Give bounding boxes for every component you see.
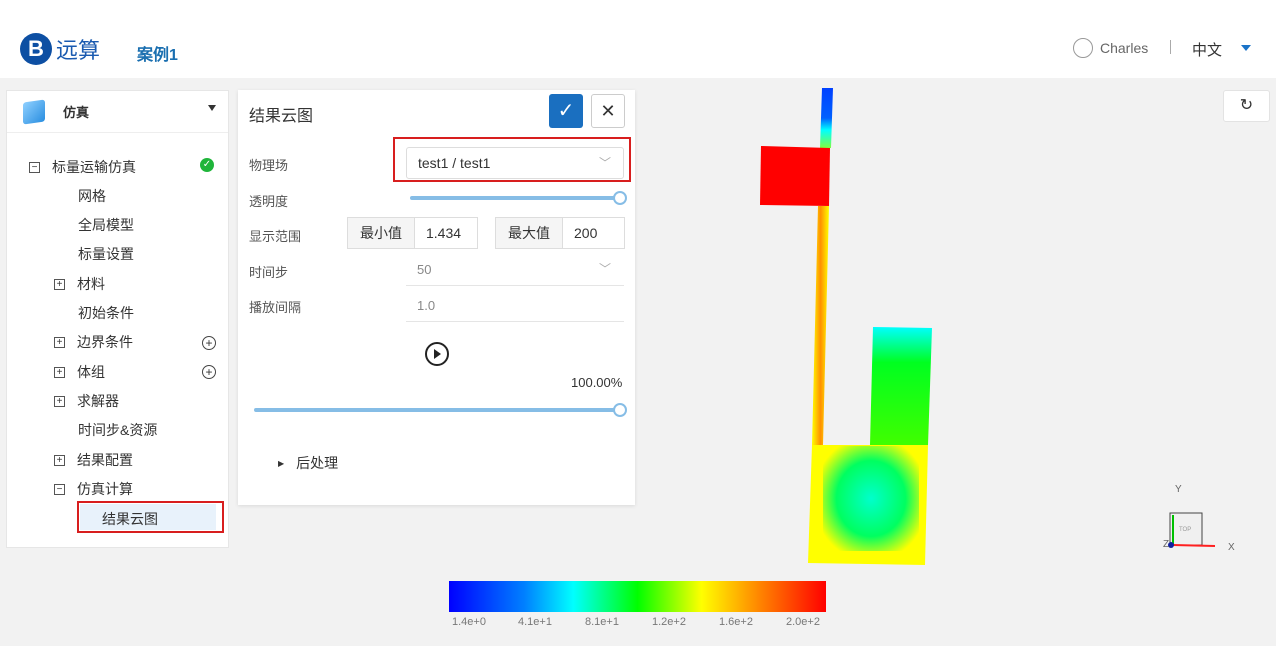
contour-plot[interactable] xyxy=(0,0,1276,646)
axis-orientation-widget[interactable]: Y TOP Z X xyxy=(1160,480,1240,555)
color-legend-bar xyxy=(449,581,826,612)
legend-tick: 1.6e+2 xyxy=(719,616,753,628)
reset-view-button[interactable]: ↻ xyxy=(1223,90,1270,122)
legend-tick: 2.0e+2 xyxy=(786,616,820,628)
x-axis-line xyxy=(1172,544,1216,547)
stem-region xyxy=(812,206,829,445)
legend-tick: 1.2e+2 xyxy=(652,616,686,628)
y-axis-label: Y xyxy=(1175,484,1182,495)
legend-tick: 8.1e+1 xyxy=(585,616,619,628)
red-region xyxy=(760,146,830,206)
bottom-core xyxy=(823,446,919,551)
x-axis-label: X xyxy=(1228,542,1235,553)
right-chamber xyxy=(870,327,932,445)
legend-tick: 1.4e+0 xyxy=(452,616,486,628)
cube-face-label: TOP xyxy=(1179,527,1191,533)
z-axis-label: Z xyxy=(1163,539,1169,550)
inlet-channel xyxy=(820,88,833,148)
legend-tick: 4.1e+1 xyxy=(518,616,552,628)
